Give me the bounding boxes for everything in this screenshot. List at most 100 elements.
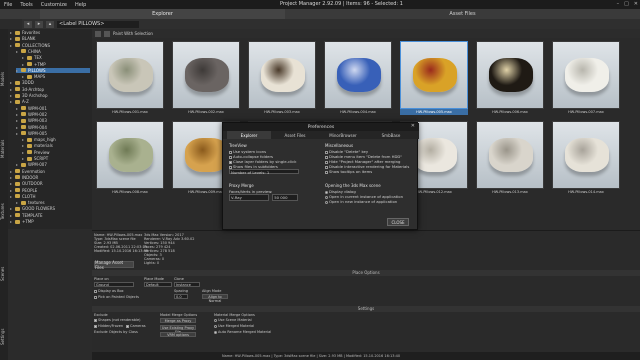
close-icon[interactable]: ✕	[634, 1, 638, 7]
thumbnail-item[interactable]: HW-Pillows-014.max	[552, 121, 620, 197]
tree-item[interactable]: ▸ WPM-004	[16, 125, 90, 130]
tree-item[interactable]: ▸ textures	[16, 200, 90, 205]
dialog-tab-smbbase[interactable]: SmbBase	[369, 131, 413, 139]
tree-item[interactable]: ▸ OUTDOOR	[10, 181, 90, 186]
thumbnail-item[interactable]: HW-Pillows-003.max	[248, 41, 316, 117]
vrm-options-button[interactable]: VRM options	[160, 332, 196, 337]
use-scene-material-option[interactable]: Use Scene Material	[214, 318, 252, 322]
expand-arrow-icon[interactable]: ▸	[10, 36, 13, 41]
hidden-frozen-option[interactable]: Hidden/Frozen	[94, 324, 123, 328]
opening-option[interactable]: Open in new instance of application	[325, 199, 417, 204]
tree-item[interactable]: ▸ WPM-002	[16, 112, 90, 117]
expand-arrow-icon[interactable]: ▸	[10, 175, 13, 180]
dialog-tab-explorer[interactable]: Explorer	[227, 131, 271, 139]
treeview-option[interactable]: Show files in subfolders	[229, 164, 319, 169]
shapes-option[interactable]: Shapes (not renderable)	[94, 318, 141, 322]
thumbnail-item[interactable]: HW-Pillows-006.max	[476, 41, 544, 117]
minimize-icon[interactable]: –	[617, 1, 620, 7]
tree-item[interactable]: ▸ 3D Archshop	[10, 93, 90, 98]
thumbnail-item[interactable]: HW-Pillows-002.max	[172, 41, 240, 117]
display-as-box-option[interactable]: Display as Box	[94, 289, 124, 293]
expand-arrow-icon[interactable]: ▸	[16, 49, 19, 54]
vtab-scenes[interactable]: Scenes	[0, 259, 8, 289]
tree-item[interactable]: ▸ +TMP	[10, 219, 90, 224]
tree-item[interactable]: ▸ COLLECTIONS	[10, 43, 90, 48]
pick-on-painted-option[interactable]: Pick on Painted Objects	[94, 295, 139, 299]
tree-item[interactable]: ▸ WPM-007	[16, 162, 90, 167]
misc-option[interactable]: Show tooltips on items	[325, 169, 417, 174]
place-on-select[interactable]: Ground	[94, 282, 134, 287]
thumbnail-item[interactable]: HW-Pillows-004.max	[324, 41, 392, 117]
back-button[interactable]: ◂	[24, 20, 32, 28]
tree-item[interactable]: ▸ A-Z	[10, 99, 90, 104]
thumbnail-item[interactable]: HW-Pillows-005.max	[400, 41, 468, 117]
tree-item[interactable]: ▸ maps_high	[22, 137, 90, 142]
levels-select[interactable]: Number of Levels: 1	[229, 169, 299, 175]
menu-file[interactable]: File	[4, 2, 12, 8]
vtab-textures[interactable]: Textures	[0, 194, 8, 229]
vtab-settings[interactable]: Settings	[0, 319, 8, 354]
tab-asset-files[interactable]: Asset Files	[285, 9, 640, 19]
expand-arrow-icon[interactable]: ▸	[16, 118, 19, 123]
expand-arrow-icon[interactable]: ▸	[22, 143, 25, 148]
expand-arrow-icon[interactable]: ▸	[16, 162, 19, 167]
expand-arrow-icon[interactable]: ▸	[16, 68, 19, 73]
vtab-materials[interactable]: Materials	[0, 129, 8, 169]
paint-with-selection-label[interactable]: Paint With Selection	[113, 31, 153, 36]
tab-explorer[interactable]: Explorer	[40, 9, 285, 19]
cameras-option[interactable]: Cameras	[126, 324, 146, 328]
tree-item[interactable]: ▸ 3d-Archtop	[10, 87, 90, 92]
paint-icon[interactable]	[95, 30, 101, 37]
expand-arrow-icon[interactable]: ▸	[10, 206, 13, 211]
expand-arrow-icon[interactable]: ▸	[10, 80, 13, 85]
tree-item[interactable]: ▸ TEX	[22, 55, 90, 60]
path-field[interactable]: <Label PILLOWS>	[57, 20, 139, 28]
expand-arrow-icon[interactable]: ▸	[16, 112, 19, 117]
expand-arrow-icon[interactable]: ▸	[22, 137, 25, 142]
menu-help[interactable]: Help	[75, 2, 86, 8]
tree-item[interactable]: ▸ GOOD FLOWERS	[10, 206, 90, 211]
tree-item[interactable]: ▸ WPM-005	[16, 131, 90, 136]
thumbnail-item[interactable]: HW-Pillows-013.max	[476, 121, 544, 197]
expand-arrow-icon[interactable]: ▸	[22, 150, 25, 155]
select-icon[interactable]	[104, 30, 110, 37]
merge-as-proxy-button[interactable]: Merge as Proxy	[160, 318, 196, 323]
dialog-close-icon[interactable]: ✕	[411, 123, 415, 129]
thumbnail-item[interactable]: HW-Pillows-007.max	[552, 41, 620, 117]
expand-arrow-icon[interactable]: ▸	[16, 125, 19, 130]
tree-item[interactable]: ▸ Preview	[22, 150, 90, 155]
thumbnail-item[interactable]: HW-Pillows-008.max	[96, 121, 164, 197]
thumbnail-item[interactable]: HW-Pillows-001.max	[96, 41, 164, 117]
manage-asset-files-button[interactable]: Manage Asset Files	[94, 260, 134, 270]
expand-arrow-icon[interactable]: ▸	[22, 156, 25, 161]
tree-item[interactable]: ▸ INDOOR	[10, 175, 90, 180]
tree-item[interactable]: ▸ SCRIPT	[22, 156, 90, 161]
expand-arrow-icon[interactable]: ▸	[10, 93, 13, 98]
tree-item[interactable]: ▸ WPM-001	[16, 106, 90, 111]
expand-arrow-icon[interactable]: ▸	[22, 74, 25, 79]
tree-item[interactable]: ▸ +TMP	[22, 62, 90, 67]
tree-item[interactable]: ▸ MAPS	[22, 74, 90, 79]
forward-button[interactable]: ▸	[35, 20, 43, 28]
tree-item[interactable]: ▸ PILLOWS	[16, 67, 90, 73]
tree-item[interactable]: ▸ WPM-003	[16, 118, 90, 123]
tree-item[interactable]: ▸ BLANK	[10, 36, 90, 41]
clone-select[interactable]: Instance	[174, 282, 200, 287]
faces-value-field[interactable]: 50 000	[272, 194, 299, 201]
use-merged-material-option[interactable]: Use Merged Material	[214, 324, 254, 328]
expand-arrow-icon[interactable]: ▸	[10, 181, 13, 186]
dialog-tab-minorbrowser[interactable]: MinorBrowser	[319, 131, 367, 139]
expand-arrow-icon[interactable]: ▸	[10, 30, 13, 35]
tree-item[interactable]: ▸ PEOPLE	[10, 188, 90, 193]
expand-arrow-icon[interactable]: ▸	[10, 87, 13, 92]
maximize-icon[interactable]: □	[624, 1, 629, 7]
dialog-close-button[interactable]: CLOSE	[387, 218, 409, 226]
dialog-tab-asset-files[interactable]: Asset Files	[273, 131, 317, 139]
tree-item[interactable]: ▸ Favorites	[10, 30, 90, 35]
expand-arrow-icon[interactable]: ▸	[10, 99, 13, 104]
expand-arrow-icon[interactable]: ▸	[10, 219, 13, 224]
menu-customize[interactable]: Customize	[41, 2, 67, 8]
expand-arrow-icon[interactable]: ▸	[22, 62, 25, 67]
tree-item[interactable]: ▸ CLOTH	[10, 194, 90, 199]
expand-arrow-icon[interactable]: ▸	[10, 213, 13, 218]
